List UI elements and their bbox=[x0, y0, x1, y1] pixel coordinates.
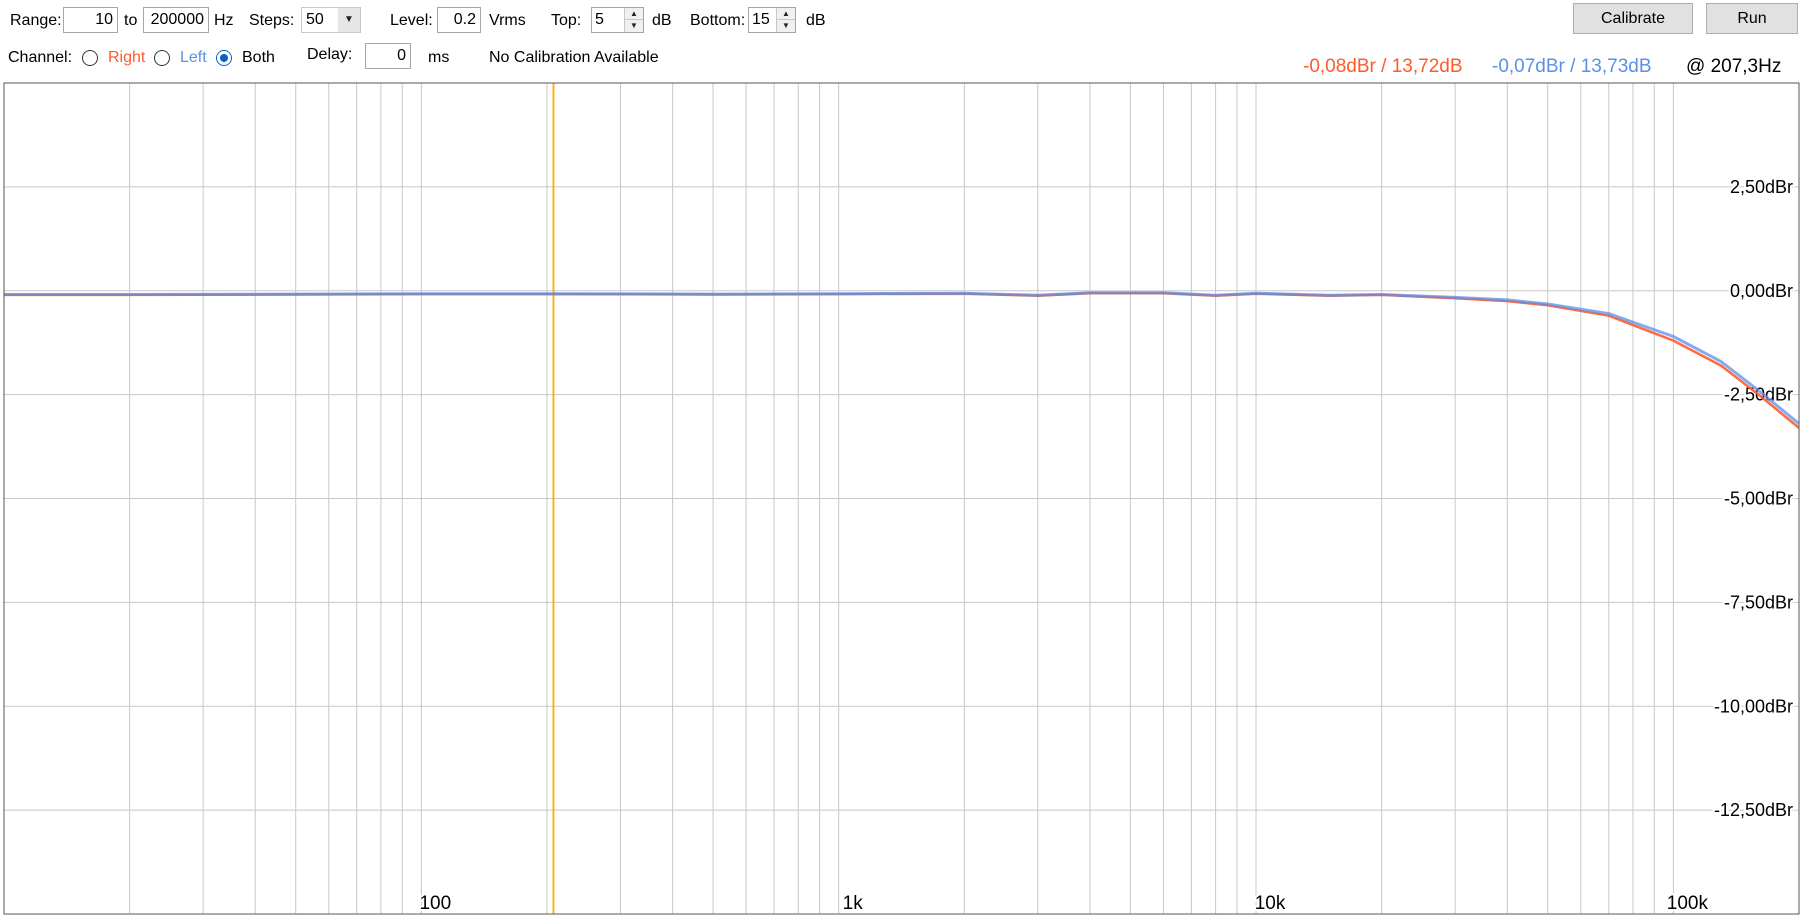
spinner-up-icon[interactable]: ▲ bbox=[625, 8, 643, 19]
channel-label: Channel: bbox=[8, 49, 73, 66]
top-unit-label: dB bbox=[652, 12, 672, 29]
x-tick-labels: 100 1k 10k 100k bbox=[417, 891, 1710, 915]
frequency-response-chart[interactable]: 2,50dBr0,00dBr-2,50dBr-5,00dBr-7,50dBr-1… bbox=[0, 82, 1800, 915]
top-stepper[interactable]: 5 ▲ ▼ bbox=[591, 7, 644, 33]
steps-label: Steps: bbox=[249, 12, 295, 29]
y-tick-labels: 2,50dBr0,00dBr-2,50dBr-5,00dBr-7,50dBr-1… bbox=[1712, 175, 1795, 822]
range-label: Range: bbox=[10, 12, 62, 29]
x-tick-label: 10k bbox=[1255, 893, 1286, 914]
left-readout: -0,07dBr / 13,73dB bbox=[1492, 56, 1652, 77]
series-line-left bbox=[4, 291, 1800, 425]
horizontal-gridlines bbox=[4, 186, 1799, 811]
calibration-status: No Calibration Available bbox=[489, 49, 659, 66]
vrms-label: Vrms bbox=[489, 12, 526, 29]
y-tick-label: 0,00dBr bbox=[1730, 281, 1793, 301]
y-tick-label: -5,00dBr bbox=[1724, 489, 1793, 509]
run-button[interactable]: Run bbox=[1706, 3, 1798, 34]
spinner-down-icon[interactable]: ▼ bbox=[777, 19, 795, 31]
top-value: 5 bbox=[595, 11, 604, 28]
y-tick-label: -10,00dBr bbox=[1714, 696, 1793, 716]
bottom-value: 15 bbox=[752, 11, 770, 28]
bottom-unit-label: dB bbox=[806, 12, 826, 29]
radio-both[interactable] bbox=[216, 50, 232, 66]
channel-right-label[interactable]: Right bbox=[108, 49, 145, 67]
x-tick-label: 100k bbox=[1667, 893, 1709, 914]
bottom-label: Bottom: bbox=[690, 12, 746, 29]
range-from-input[interactable]: 10 bbox=[63, 7, 118, 33]
calibrate-button[interactable]: Calibrate bbox=[1573, 3, 1693, 34]
range-to-label: to bbox=[124, 12, 138, 29]
series-lines bbox=[4, 291, 1800, 429]
y-tick-label: 2,50dBr bbox=[1730, 177, 1793, 197]
delay-input[interactable]: 0 bbox=[365, 43, 411, 69]
x-tick-label: 1k bbox=[843, 893, 864, 914]
right-readout: -0,08dBr / 13,72dB bbox=[1303, 56, 1463, 77]
chevron-down-icon[interactable]: ▼ bbox=[338, 8, 360, 32]
channel-both-label[interactable]: Both bbox=[242, 49, 275, 67]
spinner-arrows[interactable]: ▲ ▼ bbox=[776, 8, 795, 32]
y-tick-label: -12,50dBr bbox=[1714, 800, 1793, 820]
x-tick-label: 100 bbox=[419, 893, 451, 914]
radio-left[interactable] bbox=[154, 50, 170, 66]
channel-left-label[interactable]: Left bbox=[180, 49, 207, 67]
series-line-right bbox=[4, 291, 1800, 429]
level-label: Level: bbox=[390, 12, 433, 29]
delay-label: Delay: bbox=[307, 46, 353, 63]
radio-right[interactable] bbox=[82, 50, 98, 66]
steps-select[interactable]: 50 ▼ bbox=[301, 7, 361, 33]
top-label: Top: bbox=[551, 12, 582, 29]
hz-label: Hz bbox=[214, 12, 234, 29]
spinner-down-icon[interactable]: ▼ bbox=[625, 19, 643, 31]
spinner-up-icon[interactable]: ▲ bbox=[777, 8, 795, 19]
y-tick-label: -7,50dBr bbox=[1724, 592, 1793, 612]
level-input[interactable]: 0.2 bbox=[437, 7, 481, 33]
steps-value: 50 bbox=[306, 11, 324, 28]
frequency-readout: @ 207,3Hz bbox=[1686, 56, 1782, 77]
delay-unit-label: ms bbox=[428, 49, 450, 66]
range-to-input[interactable]: 200000 bbox=[143, 7, 209, 33]
bottom-stepper[interactable]: 15 ▲ ▼ bbox=[748, 7, 796, 33]
spinner-arrows[interactable]: ▲ ▼ bbox=[624, 8, 643, 32]
